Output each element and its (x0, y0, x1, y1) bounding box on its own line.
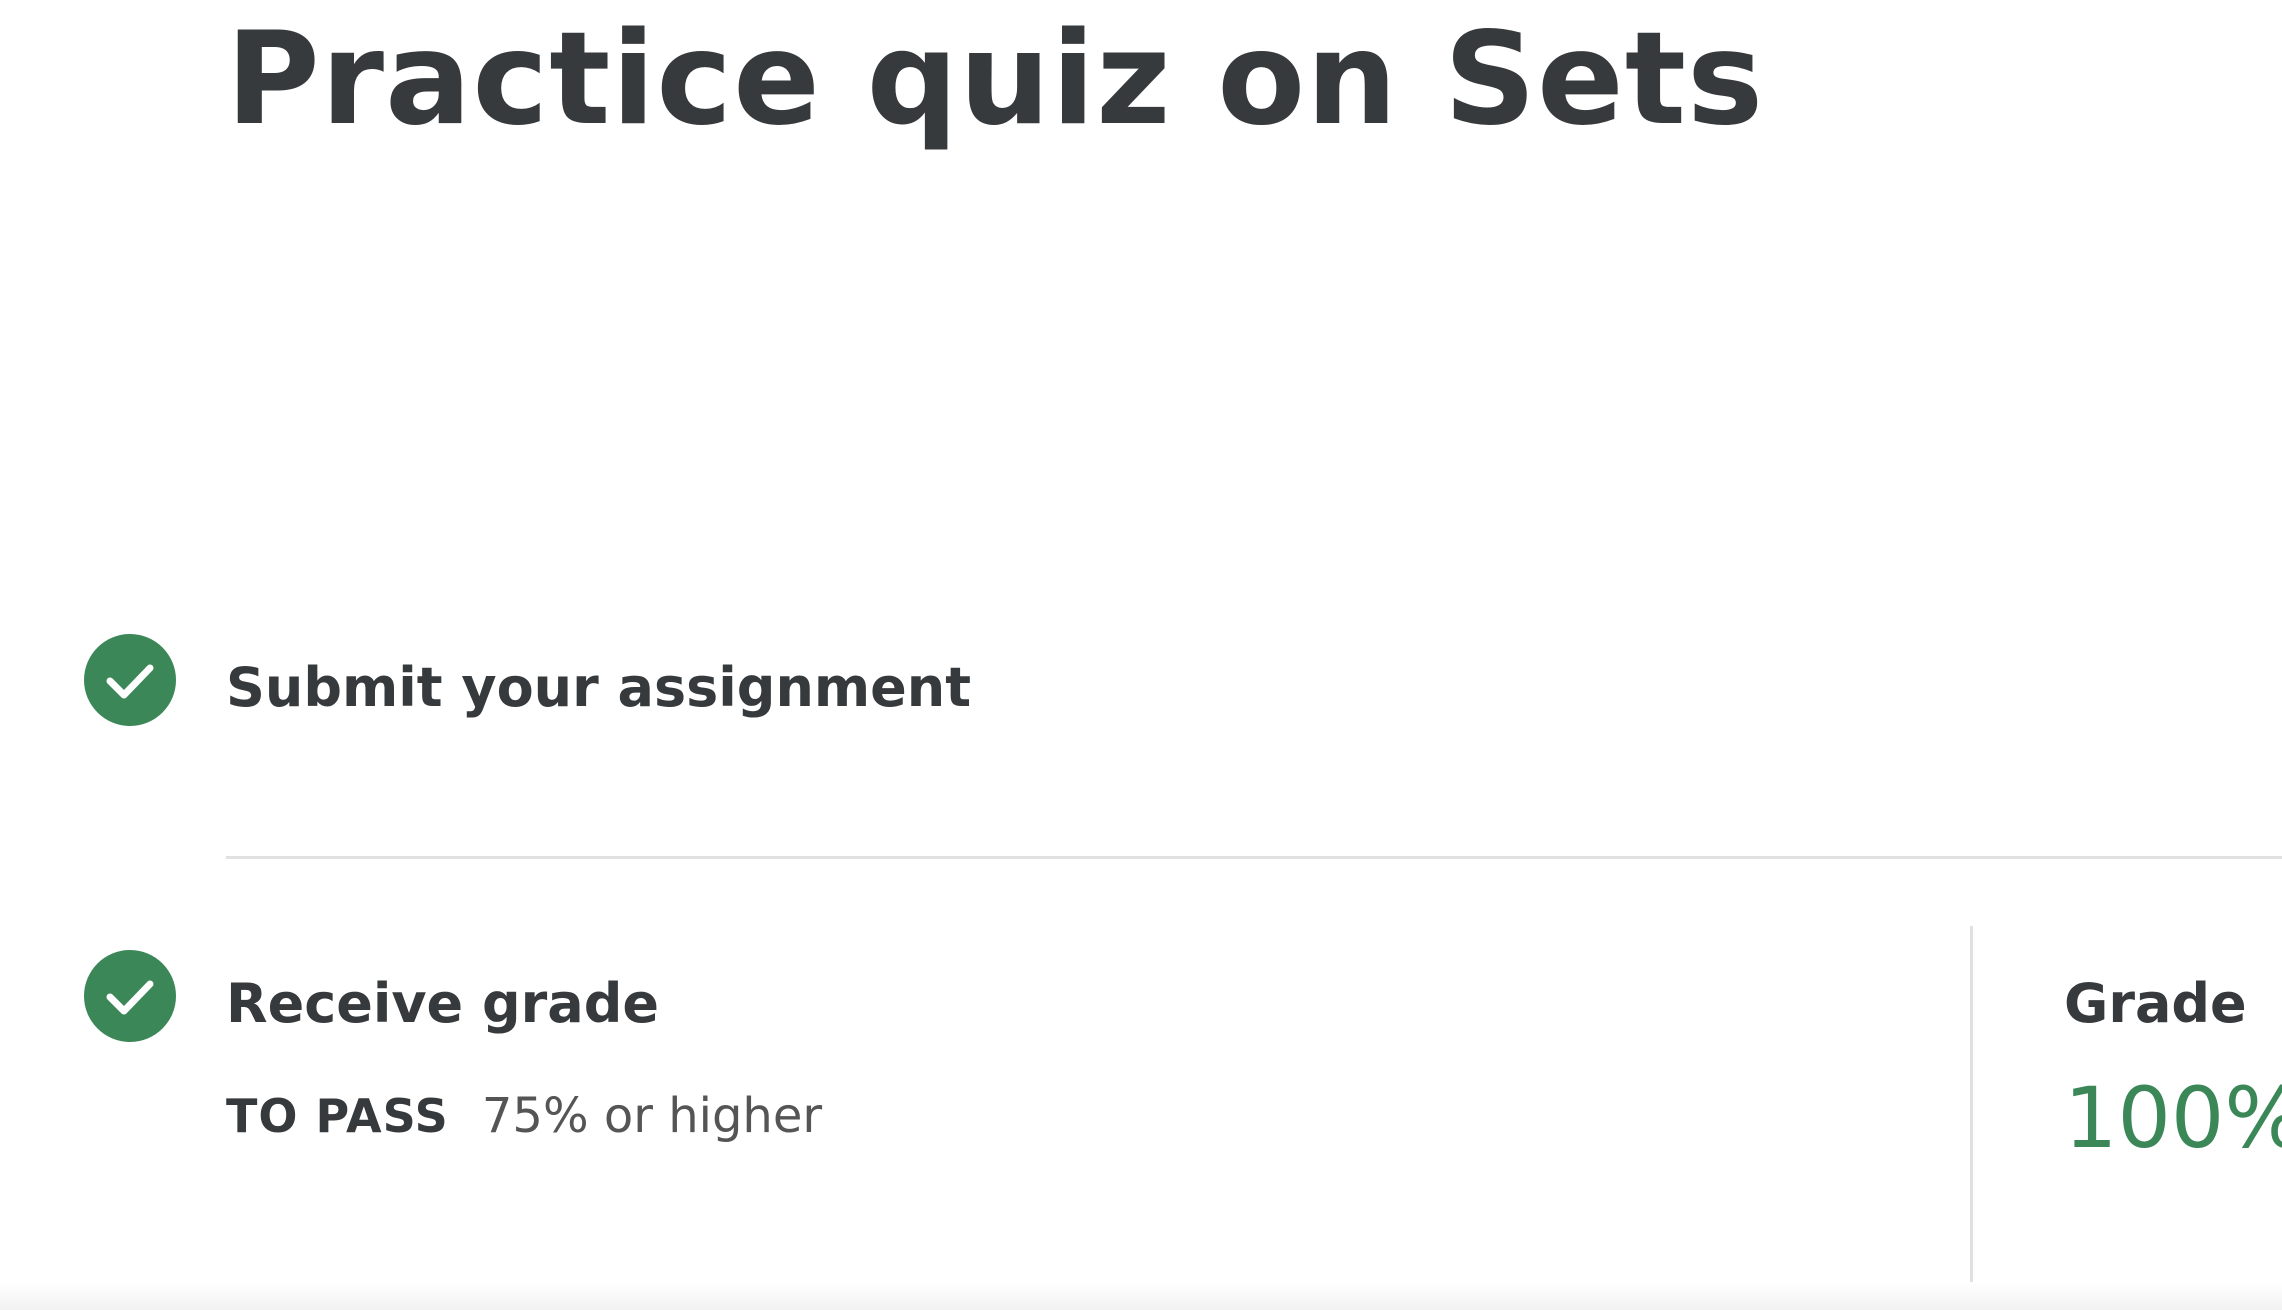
pass-requirement: TO PASS 75% or higher (226, 1084, 822, 1159)
grade-heading: Grade (2064, 972, 2247, 1035)
page-title: Practice quiz on Sets (226, 5, 1765, 154)
to-pass-value: 75% or higher (481, 1088, 823, 1144)
check-circle-icon (84, 634, 176, 726)
to-pass-label: TO PASS (226, 1089, 449, 1143)
grade-column-divider (1970, 926, 1973, 1286)
section-divider (226, 856, 2282, 859)
quiz-results-page: Practice quiz on Sets Submit your assign… (0, 0, 2282, 1310)
receive-grade-label: Receive grade (226, 972, 659, 1035)
page-bottom-edge (0, 1282, 2282, 1310)
check-circle-icon (84, 950, 176, 1042)
grade-value: 100% (2064, 1069, 2282, 1167)
submit-assignment-label: Submit your assignment (226, 656, 972, 719)
